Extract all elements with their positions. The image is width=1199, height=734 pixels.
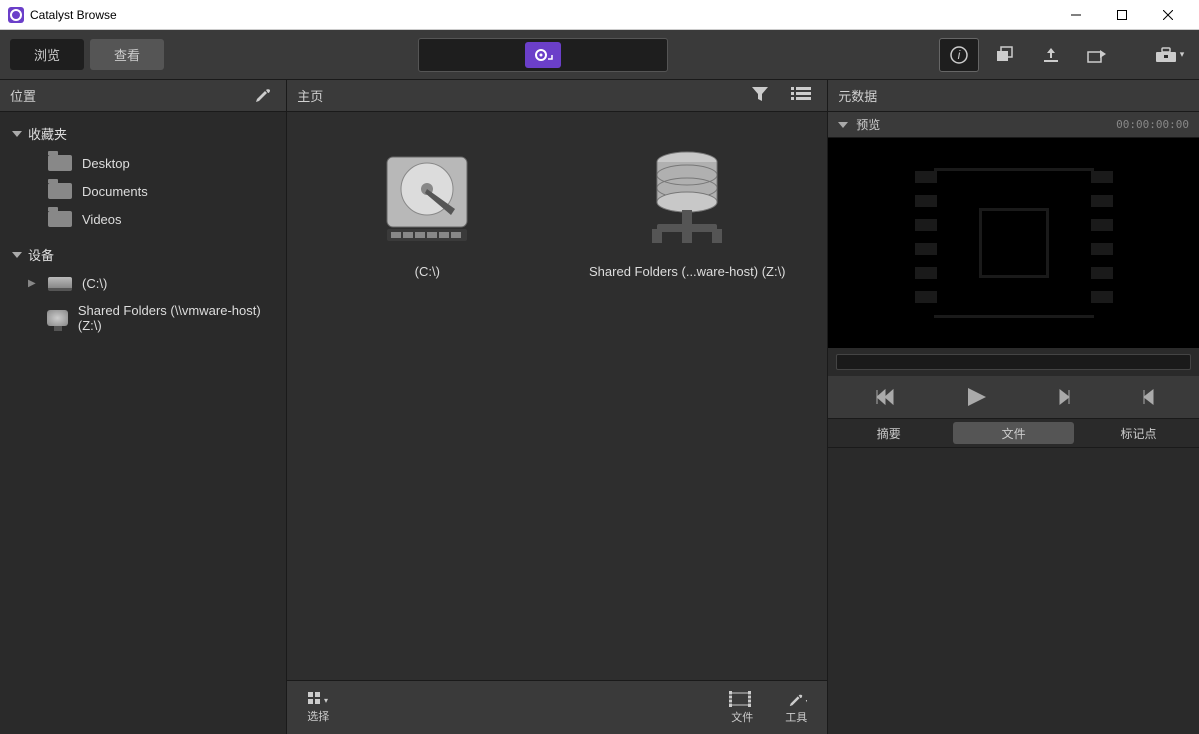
favorites-label: 收藏夹 (28, 124, 67, 143)
favorites-section[interactable]: 收藏夹 (0, 118, 286, 149)
svg-text:▾: ▾ (324, 696, 328, 705)
sidebar-header: 位置 (0, 80, 286, 112)
grid-item-label: Shared Folders (...ware-host) (Z:\) (587, 264, 787, 279)
center-footer: ▾ 选择 ▾ 文件 ▾ 工具 (287, 680, 827, 734)
center-panel: 主页 ( (287, 80, 828, 734)
tab-view[interactable]: 查看 (90, 39, 164, 70)
folder-icon (48, 211, 72, 227)
filter-button[interactable] (745, 84, 775, 107)
timecode-display: 00:00:00:00 (1116, 118, 1189, 131)
mark-out-button[interactable] (1140, 388, 1156, 406)
metadata-body (828, 448, 1199, 734)
top-toolbar: 浏览 查看 i ▾ (0, 30, 1199, 80)
right-panel: 元数据 预览 00:00:00:00 摘要 文件 标记点 (828, 80, 1199, 734)
sidebar-item-desktop[interactable]: Desktop (0, 149, 286, 177)
devices-label: 设备 (28, 245, 54, 264)
tools-menu[interactable]: ▾ 工具 (779, 691, 813, 725)
select-label: 选择 (307, 708, 329, 724)
metadata-header: 元数据 (828, 80, 1199, 112)
sidebar-left: 位置 收藏夹 Desktop Documents Videos (0, 80, 287, 734)
list-view-button[interactable] (785, 84, 817, 107)
app-icon (8, 7, 24, 23)
prev-frame-button[interactable] (872, 388, 898, 406)
chevron-down-icon (12, 252, 22, 258)
center-header: 主页 (287, 80, 827, 112)
network-db-icon (642, 147, 732, 247)
copy-button[interactable] (985, 38, 1025, 72)
sidebar-tree: 收藏夹 Desktop Documents Videos 设备 ▶ (C:\) (0, 112, 286, 345)
grid-item-shared-folders[interactable]: Shared Folders (...ware-host) (Z:\) (587, 142, 787, 279)
svg-text:i: i (958, 48, 961, 62)
folder-icon (48, 155, 72, 171)
chevron-down-icon (838, 122, 848, 128)
close-button[interactable] (1145, 0, 1191, 30)
grid-item-drive-c[interactable]: (C:\) (327, 142, 527, 279)
title-bar: Catalyst Browse (0, 0, 1199, 30)
devices-section[interactable]: 设备 (0, 239, 286, 270)
breadcrumb-home[interactable]: 主页 (297, 86, 323, 105)
sidebar-item-drive-c[interactable]: ▶ (C:\) (0, 270, 286, 297)
tree-item-label: Videos (82, 212, 122, 227)
sidebar-item-documents[interactable]: Documents (0, 177, 286, 205)
hdd-icon (377, 147, 477, 247)
browse-grid: (C:\) Shared Folders (...ware-host (287, 112, 827, 680)
grid-item-label: (C:\) (327, 264, 527, 279)
tree-item-label: Desktop (82, 156, 130, 171)
app-logo-chip (525, 42, 561, 68)
sidebar-item-videos[interactable]: Videos (0, 205, 286, 233)
tools-label: 工具 (785, 709, 807, 725)
tree-item-label: (C:\) (82, 276, 107, 291)
tree-item-label: Documents (82, 184, 148, 199)
folder-icon (48, 183, 72, 199)
tab-summary[interactable]: 摘要 (828, 419, 949, 447)
play-button[interactable] (964, 386, 990, 408)
preview-header[interactable]: 预览 00:00:00:00 (828, 112, 1199, 138)
svg-text:▾: ▾ (806, 697, 807, 705)
tab-file[interactable]: 文件 (953, 422, 1074, 444)
scrub-bar[interactable] (836, 354, 1191, 370)
chevron-down-icon (12, 131, 22, 137)
preview-viewport (828, 138, 1199, 348)
sidebar-header-label: 位置 (10, 86, 36, 105)
upload-button[interactable] (1031, 38, 1071, 72)
select-menu[interactable]: ▾ 选择 (301, 692, 335, 724)
file-menu[interactable]: ▾ 文件 (723, 691, 761, 725)
metadata-tabs: 摘要 文件 标记点 (828, 418, 1199, 448)
sidebar-item-shared-folders[interactable]: Shared Folders (\\vmware-host) (Z:\) (0, 297, 286, 339)
sidebar-settings-button[interactable] (250, 83, 276, 108)
toolbox-button[interactable]: ▾ (1149, 38, 1189, 72)
info-button[interactable]: i (939, 38, 979, 72)
network-drive-icon (47, 310, 68, 326)
app-title: Catalyst Browse (30, 8, 117, 22)
film-placeholder-icon (934, 168, 1094, 318)
playback-controls (828, 376, 1199, 418)
tab-browse[interactable]: 浏览 (10, 39, 84, 70)
tree-item-label: Shared Folders (\\vmware-host) (Z:\) (78, 303, 274, 333)
mark-in-button[interactable] (1057, 388, 1073, 406)
minimize-button[interactable] (1053, 0, 1099, 30)
path-bar[interactable] (418, 38, 667, 72)
tab-markpoint[interactable]: 标记点 (1078, 419, 1199, 447)
metadata-label: 元数据 (838, 86, 877, 105)
preview-label: 预览 (856, 116, 880, 133)
maximize-button[interactable] (1099, 0, 1145, 30)
file-label: 文件 (731, 709, 753, 725)
drive-icon (48, 277, 72, 291)
share-button[interactable] (1077, 38, 1117, 72)
